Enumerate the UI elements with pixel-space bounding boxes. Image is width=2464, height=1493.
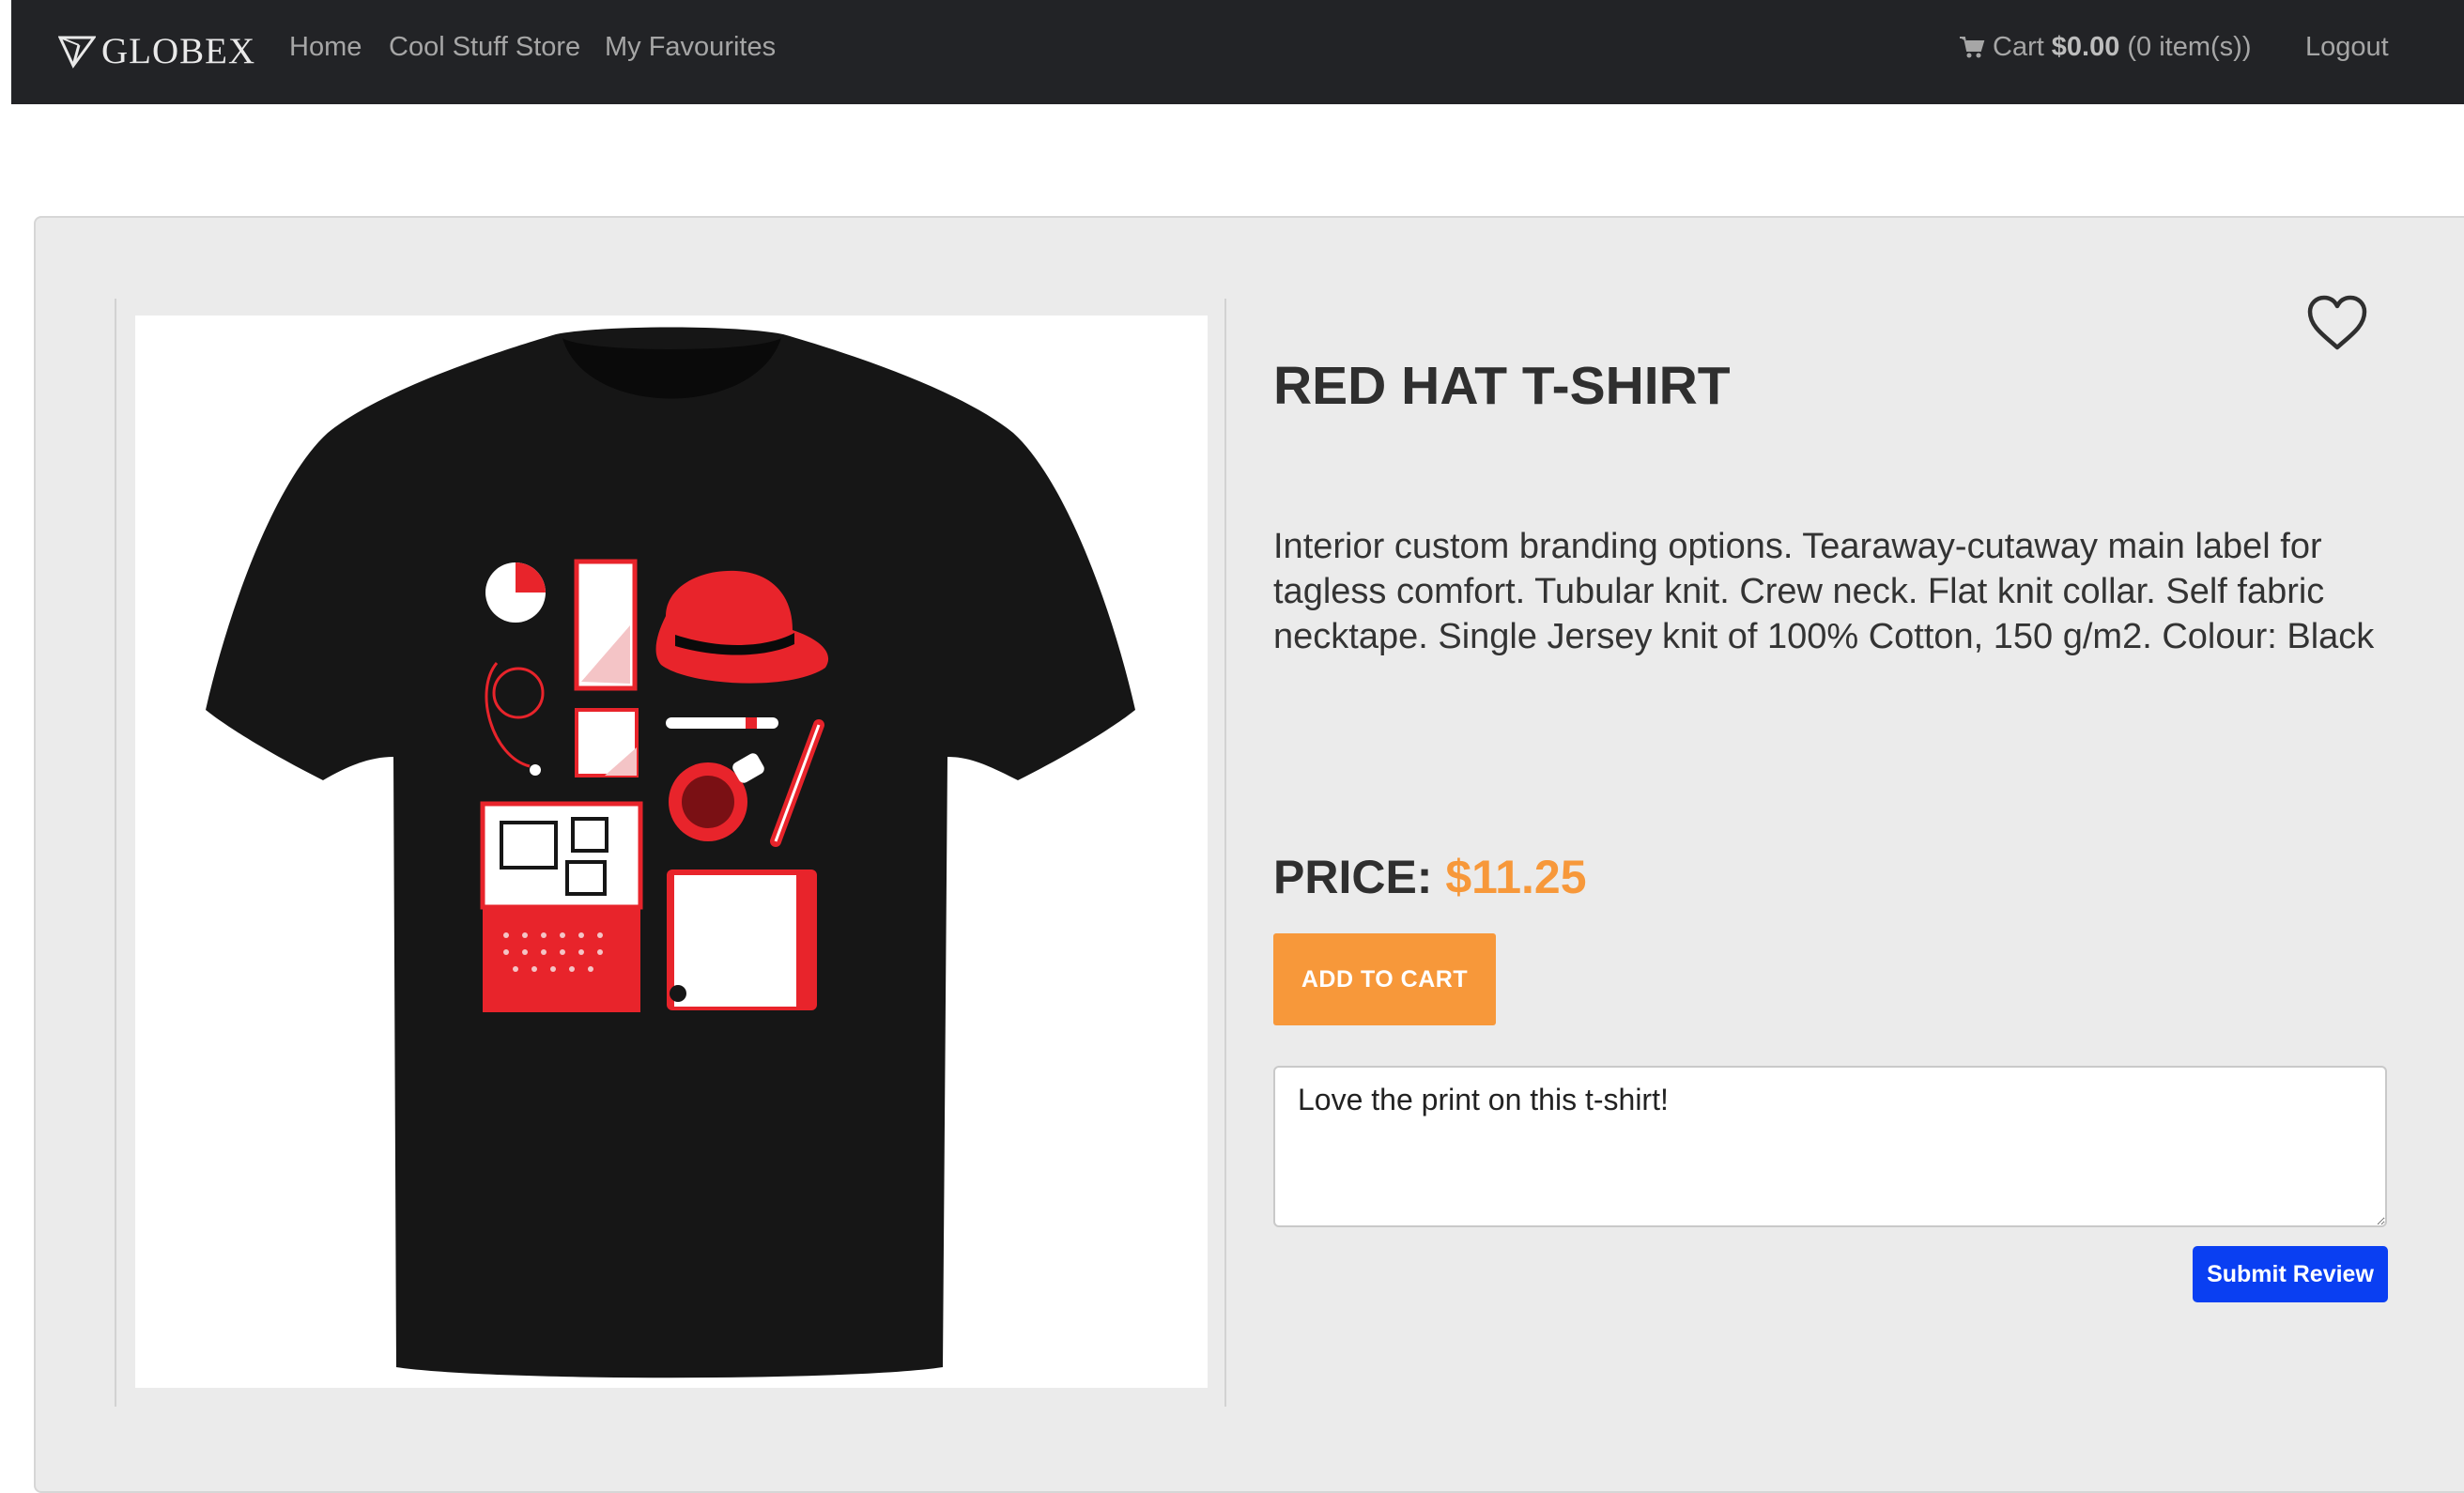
brand-name: GLOBEX bbox=[101, 30, 256, 71]
cart-amount: $0.00 bbox=[2051, 32, 2120, 62]
heart-outline-icon[interactable] bbox=[2306, 295, 2368, 351]
nav-cool-stuff-store-link[interactable]: Cool Stuff Store bbox=[389, 30, 580, 64]
tshirt-illustration bbox=[206, 327, 1135, 1378]
price-block: PRICE: $11.25 bbox=[1273, 847, 1587, 907]
logo-triangle-icon bbox=[58, 36, 96, 69]
review-textarea[interactable]: Love the print on this t-shirt! bbox=[1273, 1066, 2387, 1227]
top-navbar: GLOBEX Home Cool Stuff Store My Favourit… bbox=[11, 0, 2464, 104]
submit-review-button[interactable]: Submit Review bbox=[2193, 1246, 2388, 1302]
product-image bbox=[135, 316, 1208, 1388]
cart-item-count: (0 item(s)) bbox=[2127, 32, 2252, 62]
price-value: $11.25 bbox=[1445, 851, 1587, 903]
cart-link[interactable]: Cart $0.00 (0 item(s)) bbox=[1959, 30, 2251, 64]
product-title: RED HAT T-SHIRT bbox=[1273, 356, 1731, 416]
shopping-cart-icon bbox=[1960, 37, 1985, 58]
product-description: Interior custom branding options. Tearaw… bbox=[1273, 527, 2375, 656]
nav-my-favourites-link[interactable]: My Favourites bbox=[605, 30, 776, 64]
logout-link[interactable]: Logout bbox=[2305, 30, 2389, 64]
globex-logo[interactable]: GLOBEX bbox=[58, 23, 255, 79]
add-to-cart-button[interactable]: Add to Cart bbox=[1273, 933, 1496, 1025]
nav-home-link[interactable]: Home bbox=[289, 30, 362, 64]
price-label: PRICE: bbox=[1273, 851, 1433, 903]
cart-label: Cart bbox=[1993, 32, 2044, 62]
